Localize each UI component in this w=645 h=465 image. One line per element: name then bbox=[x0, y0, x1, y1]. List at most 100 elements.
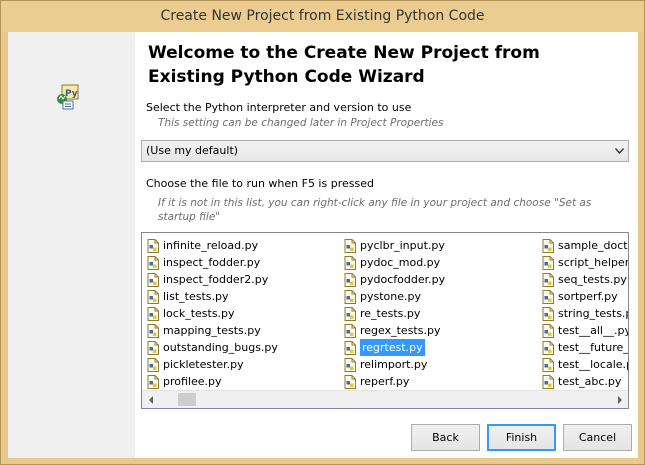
python-file-icon bbox=[343, 289, 357, 304]
python-file-icon bbox=[541, 272, 555, 287]
python-file-icon bbox=[343, 323, 357, 338]
python-file-icon bbox=[541, 340, 555, 355]
file-list-item[interactable]: test__all__.py bbox=[541, 322, 628, 339]
file-name: test__all__.py bbox=[558, 324, 628, 337]
file-list-viewport: infinite_reload.py inspect_fodder.pyinspe… bbox=[142, 233, 628, 390]
file-list-item[interactable]: test_abc.py bbox=[541, 373, 628, 390]
file-name: sortperf.py bbox=[558, 290, 618, 303]
python-file-icon bbox=[541, 306, 555, 321]
file-name: mapping_tests.py bbox=[163, 324, 261, 337]
file-name: profilee.py bbox=[163, 375, 222, 388]
file-name: list_tests.py bbox=[163, 290, 229, 303]
file-list-item[interactable]: regrtest.py bbox=[343, 339, 445, 356]
scrollbar-thumb[interactable] bbox=[178, 393, 196, 406]
wizard-window: Create New Project from Existing Python … bbox=[0, 0, 645, 465]
file-list-item[interactable]: sample_docte bbox=[541, 237, 628, 254]
interpreter-dropdown[interactable]: (Use my default) bbox=[141, 140, 629, 162]
python-file-icon bbox=[146, 238, 160, 253]
svg-text:Py: Py bbox=[65, 89, 78, 99]
file-list-item[interactable]: string_tests.p bbox=[541, 305, 628, 322]
startup-file-list[interactable]: infinite_reload.py inspect_fodder.pyinspe… bbox=[141, 232, 629, 409]
file-column-3: sample_docte script_helper. seq_tests.pyso… bbox=[541, 237, 628, 390]
file-list-item[interactable]: seq_tests.py bbox=[541, 271, 628, 288]
file-list-item[interactable]: sortperf.py bbox=[541, 288, 628, 305]
file-column-2: pyclbr_input.py pydoc_mod.py pydocfodder.p… bbox=[343, 237, 445, 390]
file-list-item[interactable]: script_helper. bbox=[541, 254, 628, 271]
file-list-item[interactable]: regex_tests.py bbox=[343, 322, 445, 339]
file-name: sample_docte bbox=[558, 239, 628, 252]
file-list-item[interactable]: test__future_ bbox=[541, 339, 628, 356]
file-name: relimport.py bbox=[360, 358, 428, 371]
file-column-1: infinite_reload.py inspect_fodder.pyinspe… bbox=[146, 237, 278, 390]
file-name: inspect_fodder.py bbox=[163, 256, 261, 269]
file-name: inspect_fodder2.py bbox=[163, 273, 269, 286]
python-file-icon bbox=[146, 323, 160, 338]
file-list-item[interactable]: pickletester.py bbox=[146, 356, 278, 373]
file-name: string_tests.p bbox=[558, 307, 628, 320]
file-name: test_abc.py bbox=[558, 375, 622, 388]
chevron-down-icon bbox=[615, 148, 624, 154]
python-file-icon bbox=[146, 357, 160, 372]
python-file-icon bbox=[343, 272, 357, 287]
horizontal-scrollbar[interactable] bbox=[142, 390, 628, 408]
startup-file-hint: If it is not in this list, you can right… bbox=[158, 197, 592, 223]
python-file-icon bbox=[343, 374, 357, 389]
finish-button[interactable]: Finish bbox=[487, 424, 556, 451]
python-file-icon bbox=[343, 357, 357, 372]
file-list-item[interactable]: pyclbr_input.py bbox=[343, 237, 445, 254]
file-list-item[interactable]: profilee.py bbox=[146, 373, 278, 390]
file-list-item[interactable]: pydocfodder.py bbox=[343, 271, 445, 288]
file-list-item[interactable]: lock_tests.py bbox=[146, 305, 278, 322]
file-name: pydocfodder.py bbox=[360, 273, 446, 286]
window-title: Create New Project from Existing Python … bbox=[1, 1, 644, 32]
startup-file-label: Choose the file to run when F5 is presse… bbox=[146, 177, 374, 190]
file-list-item[interactable]: reperf.py bbox=[343, 373, 445, 390]
file-name: pyclbr_input.py bbox=[360, 239, 445, 252]
wizard-heading: Welcome to the Create New Project from E… bbox=[148, 43, 540, 87]
file-list-item[interactable]: list_tests.py bbox=[146, 288, 278, 305]
python-file-icon bbox=[343, 238, 357, 253]
python-file-icon bbox=[343, 255, 357, 270]
python-file-icon bbox=[343, 306, 357, 321]
scroll-right-button[interactable] bbox=[611, 391, 628, 408]
file-name: test__locale.p bbox=[558, 358, 628, 371]
wizard-side-panel: Py bbox=[8, 32, 135, 458]
back-button[interactable]: Back bbox=[411, 424, 480, 451]
interpreter-hint: This setting can be changed later in Pro… bbox=[158, 117, 444, 129]
file-list-item[interactable]: infinite_reload.py bbox=[146, 237, 278, 254]
file-list-item[interactable]: inspect_fodder2.py bbox=[146, 271, 278, 288]
file-list-item[interactable]: re_tests.py bbox=[343, 305, 445, 322]
scroll-left-button[interactable] bbox=[142, 391, 159, 408]
file-name: pystone.py bbox=[360, 290, 421, 303]
python-file-icon bbox=[146, 255, 160, 270]
file-name: pydoc_mod.py bbox=[360, 256, 441, 269]
cancel-button[interactable]: Cancel bbox=[563, 424, 632, 451]
file-name: outstanding_bugs.py bbox=[163, 341, 278, 354]
wizard-content: Welcome to the Create New Project from E… bbox=[135, 32, 638, 458]
python-file-icon bbox=[146, 306, 160, 321]
interpreter-label: Select the Python interpreter and versio… bbox=[146, 101, 412, 114]
python-file-icon bbox=[541, 374, 555, 389]
python-file-icon bbox=[541, 238, 555, 253]
file-list-item[interactable]: outstanding_bugs.py bbox=[146, 339, 278, 356]
file-name: infinite_reload.py bbox=[163, 239, 259, 252]
python-file-icon bbox=[146, 272, 160, 287]
file-list-item[interactable]: inspect_fodder.py bbox=[146, 254, 278, 271]
file-name: pickletester.py bbox=[163, 358, 244, 371]
file-list-item[interactable]: pydoc_mod.py bbox=[343, 254, 445, 271]
file-list-item[interactable]: test__locale.p bbox=[541, 356, 628, 373]
chevron-right-icon bbox=[617, 395, 622, 404]
file-name: test__future_ bbox=[558, 341, 628, 354]
file-name: script_helper. bbox=[558, 256, 628, 269]
file-list-item[interactable]: pystone.py bbox=[343, 288, 445, 305]
python-file-icon bbox=[343, 340, 357, 355]
file-list-item[interactable]: relimport.py bbox=[343, 356, 445, 373]
wizard-client: Py Welcome to the Create New Project fro… bbox=[8, 32, 638, 458]
file-name: regex_tests.py bbox=[360, 324, 441, 337]
file-list-item[interactable]: mapping_tests.py bbox=[146, 322, 278, 339]
file-name: reperf.py bbox=[360, 375, 410, 388]
python-file-icon bbox=[541, 323, 555, 338]
python-file-icon bbox=[146, 340, 160, 355]
python-file-icon bbox=[541, 289, 555, 304]
file-name: seq_tests.py bbox=[558, 273, 627, 286]
